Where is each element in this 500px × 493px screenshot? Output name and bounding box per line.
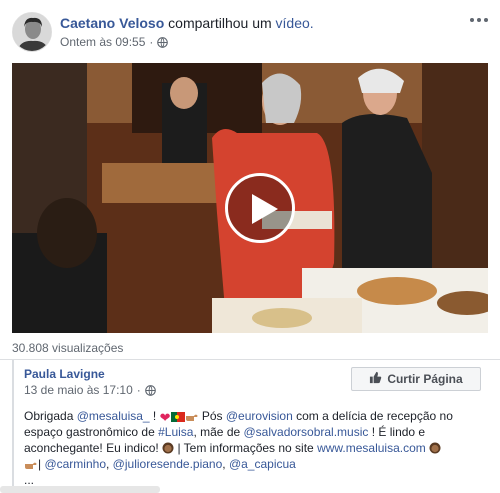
horizontal-scrollbar[interactable] [0,486,160,493]
mention-link[interactable]: @eurovision [226,409,293,423]
like-page-label: Curtir Página [387,372,463,386]
meta-separator: · [149,35,154,49]
shared-author-link[interactable]: Paula Lavigne [24,367,105,381]
text-segment: com a delícia de recepção no [292,409,453,423]
text-segment: aconchegante! Eu indico! [24,441,163,455]
shared-post-meta: 13 de maio às 17:10 · [24,383,156,397]
facebook-post: Caetano Veloso compartilhou um vídeo. On… [0,0,500,493]
text-segment: , mãe de [193,425,244,439]
mention-link[interactable]: @mesaluisa_ [77,409,150,423]
text-segment: , [106,457,113,471]
ellipsis-icon[interactable] [464,12,488,28]
author-avatar[interactable] [12,12,52,52]
shared-post-date[interactable]: 13 de maio às 17:10 [24,383,133,397]
globe-icon[interactable] [144,384,156,396]
text-line: aconchegante! Eu indico! | Tem informaçõ… [24,440,494,456]
post-meta: Ontem às 09:55 · [60,35,169,49]
post-header: Caetano Veloso compartilhou um vídeo. On… [12,12,488,52]
post-author-line: Caetano Veloso compartilhou um vídeo. [60,15,314,31]
play-icon[interactable] [225,173,295,243]
globe-icon[interactable] [157,36,169,48]
view-count: 30.808 visualizações [12,341,124,355]
text-segment: ! [149,409,160,423]
text-segment: espaço gastronômico de [24,425,159,439]
video-link[interactable]: vídeo. [276,15,314,31]
meta-separator: · [136,383,141,397]
mention-link[interactable]: @julioresende.piano [113,457,223,471]
text-segment: ! É lindo e [368,425,426,439]
hashtag-link[interactable]: #Luisa [158,425,193,439]
text-segment: Obrigada [24,409,77,423]
shared-post: Paula Lavigne 13 de maio às 17:10 · Curt… [12,360,500,493]
shared-post-text: Obrigada @mesaluisa_ ! ❤ Pós @eurovision… [24,408,494,488]
website-link[interactable]: www.mesaluisa.com [317,441,426,455]
woman-emoji-icon [429,442,441,458]
video-player[interactable] [12,63,488,333]
text-segment: | Tem informações no site [174,441,318,455]
mention-link[interactable]: @salvadorsobral.music [244,425,369,439]
like-page-button[interactable]: Curtir Página [351,367,481,391]
text-line: Obrigada @mesaluisa_ ! ❤ Pós @eurovision… [24,408,494,425]
thumbs-up-icon [369,371,382,387]
post-timestamp[interactable]: Ontem às 09:55 [60,35,145,49]
text-line: espaço gastronômico de #Luisa, mãe de @s… [24,424,494,440]
mention-link[interactable]: @carminho [44,457,106,471]
text-line: | @carminho, @julioresende.piano, @a_cap… [24,456,494,472]
author-action-text: compartilhou um [168,15,272,31]
author-name-link[interactable]: Caetano Veloso [60,15,164,31]
mention-link[interactable]: @a_capicua [229,457,296,471]
text-segment: , [222,457,229,471]
text-segment: Pós [198,409,226,423]
